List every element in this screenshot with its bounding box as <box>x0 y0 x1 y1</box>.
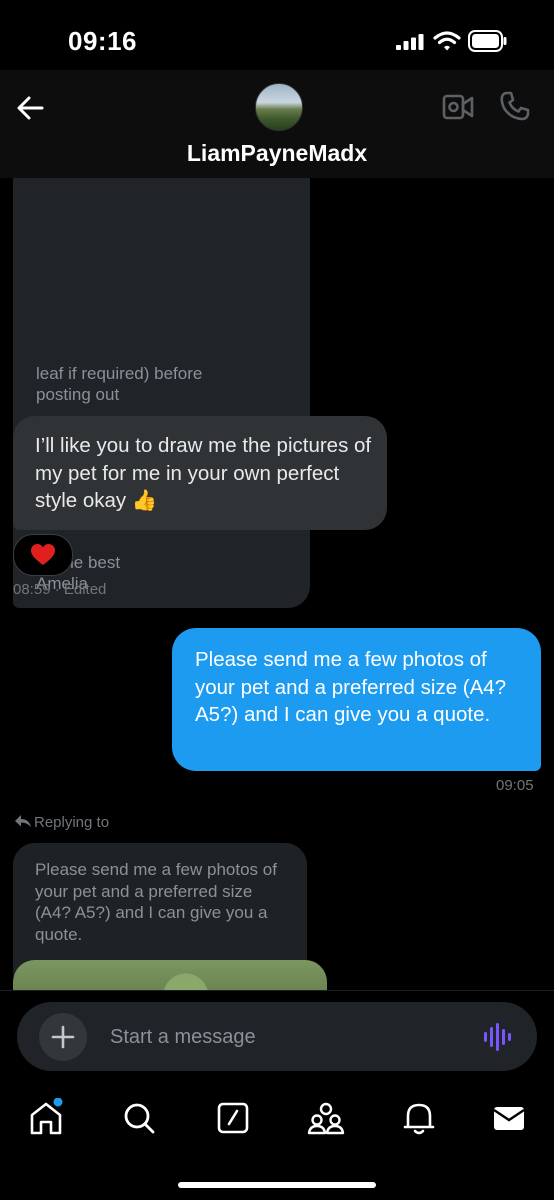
home-icon[interactable] <box>26 1098 66 1138</box>
reply-icon <box>15 815 31 827</box>
video-call-button[interactable] <box>442 92 474 122</box>
message-timestamp: 08:59 · Edited <box>13 581 107 598</box>
add-media-button[interactable] <box>39 1013 87 1061</box>
quoted-message-text: Please send me a few photos of your pet … <box>35 860 277 944</box>
message-thread[interactable]: leaf if required) before posting out Man… <box>0 178 554 990</box>
voice-wave-icon[interactable] <box>483 1022 513 1052</box>
search-icon[interactable] <box>119 1098 159 1138</box>
received-message-bubble[interactable]: I’ll like you to draw me the pictures of… <box>13 416 387 530</box>
home-indicator <box>178 1182 376 1188</box>
sent-message-bubble[interactable]: Please send me a few photos of your pet … <box>172 628 541 771</box>
back-button[interactable] <box>12 90 48 126</box>
contact-name[interactable]: LiamPayneMadx <box>0 140 554 167</box>
messages-icon[interactable] <box>489 1098 529 1138</box>
plus-icon <box>51 1025 75 1049</box>
communities-icon[interactable] <box>306 1098 346 1138</box>
reaction-badge[interactable] <box>13 534 73 576</box>
message-input[interactable] <box>110 1023 450 1051</box>
notifications-icon[interactable] <box>399 1098 439 1138</box>
photo-attachment[interactable] <box>13 960 327 990</box>
status-time: 09:16 <box>68 26 137 56</box>
sent-message-text: Please send me a few photos of your pet … <box>195 648 507 726</box>
battery-icon <box>468 30 507 52</box>
compose-icon[interactable] <box>213 1098 253 1138</box>
replying-to-label: Replying to <box>34 814 110 831</box>
contact-avatar[interactable] <box>255 83 303 131</box>
received-message-text: I’ll like you to draw me the pictures of… <box>35 434 372 512</box>
signal-icon <box>396 34 424 50</box>
message-timestamp: 09:05 <box>496 777 534 794</box>
wifi-icon <box>433 31 461 51</box>
heart-icon <box>31 544 55 565</box>
phone-call-button[interactable] <box>499 90 531 122</box>
